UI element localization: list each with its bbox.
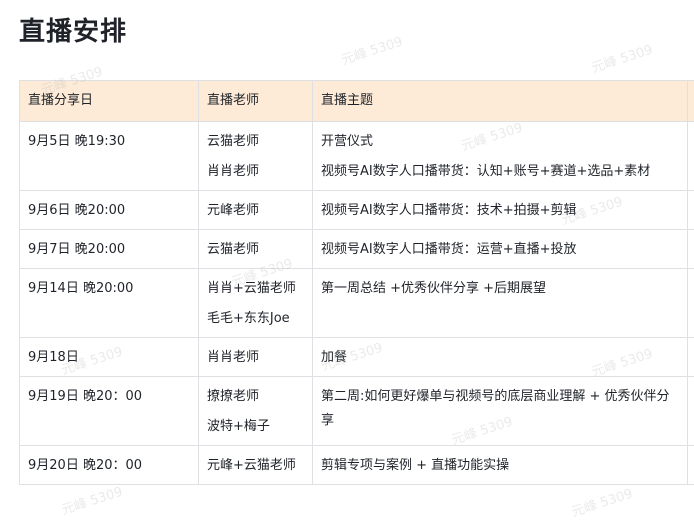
table-row: 9月6日 晚20:00 元峰老师 视频号AI数字人口播带货：技术+拍摄+剪辑 bbox=[20, 191, 694, 230]
schedule-table: 直播分享日 直播老师 直播主题 9月5日 晚19:30 云猫老师 肖肖老师 开营… bbox=[19, 80, 694, 485]
teacher-name: 肖肖老师 bbox=[207, 346, 304, 370]
cell-extra bbox=[688, 191, 694, 230]
cell-date: 9月18日 bbox=[20, 338, 199, 377]
cell-extra bbox=[688, 230, 694, 269]
teacher-name: 毛毛+东东Joe bbox=[207, 307, 304, 331]
header-date: 直播分享日 bbox=[20, 81, 199, 122]
cell-teacher: 撩撩老师 波特+梅子 bbox=[199, 377, 313, 446]
teacher-name: 元峰+云猫老师 bbox=[207, 454, 304, 478]
watermark-text: 元峰 5309 bbox=[59, 481, 125, 519]
cell-date: 9月7日 晚20:00 bbox=[20, 230, 199, 269]
cell-topic: 视频号AI数字人口播带货：技术+拍摄+剪辑 bbox=[313, 191, 688, 230]
teacher-name: 云猫老师 bbox=[207, 130, 304, 154]
cell-teacher: 肖肖老师 bbox=[199, 338, 313, 377]
table-row: 9月19日 晚20：00 撩撩老师 波特+梅子 第二周:如何更好爆单与视频号的底… bbox=[20, 377, 694, 446]
cell-teacher: 云猫老师 bbox=[199, 230, 313, 269]
teacher-name: 元峰老师 bbox=[207, 199, 304, 223]
teacher-name: 撩撩老师 bbox=[207, 385, 304, 409]
table-row: 9月7日 晚20:00 云猫老师 视频号AI数字人口播带货：运营+直播+投放 bbox=[20, 230, 694, 269]
table-row: 9月20日 晚20：00 元峰+云猫老师 剪辑专项与案例 + 直播功能实操 bbox=[20, 446, 694, 485]
topic-text: 视频号AI数字人口播带货：运营+直播+投放 bbox=[321, 238, 679, 262]
page-title: 直播安排 bbox=[19, 14, 127, 50]
cell-topic: 第一周总结 +优秀伙伴分享 +后期展望 bbox=[313, 269, 688, 338]
cell-topic: 开营仪式 视频号AI数字人口播带货：认知+账号+赛道+选品+素材 bbox=[313, 122, 688, 191]
cell-topic: 视频号AI数字人口播带货：运营+直播+投放 bbox=[313, 230, 688, 269]
topic-text: 视频号AI数字人口播带货：认知+账号+赛道+选品+素材 bbox=[321, 160, 679, 184]
cell-extra bbox=[688, 338, 694, 377]
cell-teacher: 云猫老师 肖肖老师 bbox=[199, 122, 313, 191]
cell-extra bbox=[688, 269, 694, 338]
cell-extra bbox=[688, 377, 694, 446]
cell-teacher: 元峰+云猫老师 bbox=[199, 446, 313, 485]
cell-teacher: 元峰老师 bbox=[199, 191, 313, 230]
schedule-table-container: 直播分享日 直播老师 直播主题 9月5日 晚19:30 云猫老师 肖肖老师 开营… bbox=[19, 80, 694, 485]
cell-date: 9月14日 晚20:00 bbox=[20, 269, 199, 338]
watermark-text: 元峰 5309 bbox=[339, 31, 405, 69]
cell-extra bbox=[688, 446, 694, 485]
header-topic: 直播主题 bbox=[313, 81, 688, 122]
cell-teacher: 肖肖+云猫老师 毛毛+东东Joe bbox=[199, 269, 313, 338]
cell-extra bbox=[688, 122, 694, 191]
teacher-name: 肖肖+云猫老师 bbox=[207, 277, 304, 301]
cell-date: 9月6日 晚20:00 bbox=[20, 191, 199, 230]
table-row: 9月14日 晚20:00 肖肖+云猫老师 毛毛+东东Joe 第一周总结 +优秀伙… bbox=[20, 269, 694, 338]
topic-text: 第一周总结 +优秀伙伴分享 +后期展望 bbox=[321, 277, 679, 301]
cell-date: 9月19日 晚20：00 bbox=[20, 377, 199, 446]
teacher-name: 肖肖老师 bbox=[207, 160, 304, 184]
table-row: 9月18日 肖肖老师 加餐 bbox=[20, 338, 694, 377]
cell-date: 9月20日 晚20：00 bbox=[20, 446, 199, 485]
header-extra bbox=[688, 81, 694, 122]
table-header-row: 直播分享日 直播老师 直播主题 bbox=[20, 81, 694, 122]
cell-topic: 加餐 bbox=[313, 338, 688, 377]
teacher-name: 云猫老师 bbox=[207, 238, 304, 262]
watermark-text: 元峰 5309 bbox=[569, 483, 635, 520]
topic-text: 加餐 bbox=[321, 346, 679, 370]
table-row: 9月5日 晚19:30 云猫老师 肖肖老师 开营仪式 视频号AI数字人口播带货：… bbox=[20, 122, 694, 191]
topic-text: 开营仪式 bbox=[321, 130, 679, 154]
header-teacher: 直播老师 bbox=[199, 81, 313, 122]
topic-text: 剪辑专项与案例 + 直播功能实操 bbox=[321, 454, 679, 478]
watermark-text: 元峰 5309 bbox=[589, 39, 655, 77]
cell-topic: 第二周:如何更好爆单与视频号的底层商业理解 + 优秀伙伴分享 bbox=[313, 377, 688, 446]
teacher-name: 波特+梅子 bbox=[207, 415, 304, 439]
topic-text: 第二周:如何更好爆单与视频号的底层商业理解 + 优秀伙伴分享 bbox=[321, 385, 679, 433]
cell-topic: 剪辑专项与案例 + 直播功能实操 bbox=[313, 446, 688, 485]
cell-date: 9月5日 晚19:30 bbox=[20, 122, 199, 191]
topic-text: 视频号AI数字人口播带货：技术+拍摄+剪辑 bbox=[321, 199, 679, 223]
